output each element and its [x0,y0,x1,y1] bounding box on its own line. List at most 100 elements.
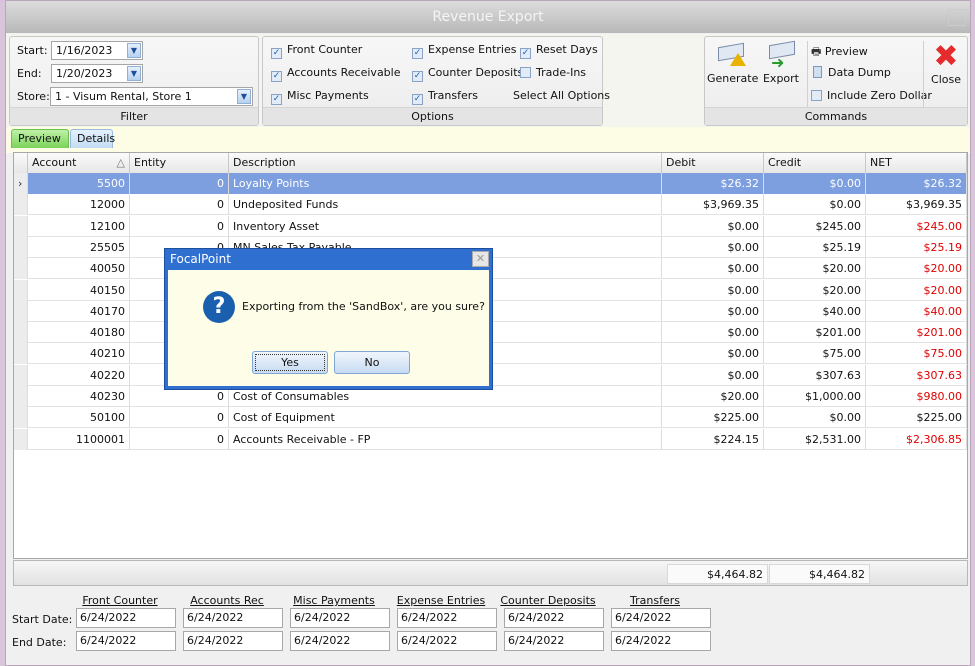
preview-button[interactable]: 🖶 Preview [811,43,868,62]
row-indicator[interactable] [14,386,28,407]
start-date-input[interactable]: 1/16/2023 ▼ [51,41,143,60]
cell-credit: $307.63 [764,364,866,386]
chevron-down-icon[interactable]: ▼ [237,89,251,104]
select-all-options-link[interactable]: Select All Options [513,89,610,102]
column-header-debit[interactable]: Debit [662,153,764,173]
chevron-down-icon[interactable]: ▼ [127,43,141,58]
cell-debit: $20.00 [662,386,764,407]
cell-account: 12000 [28,194,130,216]
end-date-field[interactable]: 6/24/2022 [76,631,176,651]
dialog-close-button[interactable]: ✕ [472,251,489,267]
start-date-value: 1/16/2023 [56,44,113,57]
row-indicator[interactable] [14,258,28,280]
include-zero-dollar-checkbox[interactable]: Include Zero Dollar [811,89,932,102]
cell-net: $201.00 [866,322,967,344]
start-date-field[interactable]: 6/24/2022 [397,608,497,628]
end-date-input[interactable]: 1/20/2023 ▼ [51,64,143,83]
totals-bar: $4,464.82 $4,464.82 [13,560,968,586]
cell-debit: $26.32 [662,173,764,194]
table-row[interactable]: 1100001 0 Accounts Receivable - FP $224.15 $… [14,428,967,450]
sort-ascending-icon: △ [116,156,125,169]
document-icon [813,66,822,78]
last-date-column-label: Transfers [630,594,680,607]
generate-button[interactable]: Generate [707,41,758,85]
column-header-account[interactable]: Account △ [28,153,130,173]
option-expense-entries[interactable]: ✓ Expense Entries [412,43,517,59]
printer-icon: 🖶 [811,45,822,58]
question-icon: ? [203,291,235,323]
tab-details[interactable]: Details [70,129,115,148]
end-date-field[interactable]: 6/24/2022 [397,631,497,651]
table-row[interactable]: › 5500 0 Loyalty Points $26.32 $0.00 $26.32 [14,173,967,194]
store-label: Store: [17,90,50,103]
option-accounts-receivable[interactable]: ✓ Accounts Receivable [271,66,401,82]
cell-credit: $0.00 [764,407,866,429]
row-indicator[interactable] [14,343,28,365]
checkbox-icon: ✓ [271,71,282,82]
start-date-field[interactable]: 6/24/2022 [76,608,176,628]
row-indicator[interactable] [14,364,28,386]
row-indicator[interactable] [14,322,28,344]
title-bar: Revenue Export ✕ [6,1,970,33]
cell-credit: $201.00 [764,322,866,344]
row-indicator[interactable] [14,194,28,216]
cell-account: 40170 [28,300,130,322]
cell-debit: $0.00 [662,236,764,258]
chevron-down-icon[interactable]: ▼ [127,66,141,81]
option-misc-payments[interactable]: ✓ Misc Payments [271,89,369,105]
window-close-button[interactable]: ✕ [948,9,966,26]
header-indicator[interactable] [14,153,28,173]
option-transfers[interactable]: ✓ Transfers [412,89,478,105]
row-indicator[interactable]: › [14,173,28,194]
column-header-description[interactable]: Description [229,153,662,173]
include-zero-label: Include Zero Dollar [827,89,932,102]
table-row[interactable]: 12100 0 Inventory Asset $0.00 $245.00 $245.00 [14,215,967,237]
tab-preview[interactable]: Preview [11,129,69,148]
end-date-field[interactable]: 6/24/2022 [504,631,604,651]
option-label: Trade-Ins [536,66,587,79]
end-date-field[interactable]: 6/24/2022 [611,631,711,651]
last-date-column-label: Counter Deposits [500,594,596,607]
option-reset-days[interactable]: ✓ Reset Days [520,43,598,59]
cell-net: $3,969.35 [866,194,967,216]
table-row[interactable]: 12000 0 Undeposited Funds $3,969.35 $0.00 $3,… [14,194,967,216]
cell-account: 40210 [28,343,130,365]
cell-debit: $0.00 [662,215,764,237]
start-date-field[interactable]: 6/24/2022 [504,608,604,628]
end-date-field[interactable]: 6/24/2022 [183,631,283,651]
export-button[interactable]: ➜ Export [757,40,805,85]
row-indicator[interactable] [14,428,28,450]
cell-entity: 0 [130,173,229,194]
row-indicator[interactable] [14,300,28,322]
start-date-field[interactable]: 6/24/2022 [611,608,711,628]
cell-net: $980.00 [866,386,967,407]
row-indicator[interactable] [14,279,28,301]
option-trade-ins[interactable]: Trade-Ins [520,66,586,79]
cell-net: $245.00 [866,215,967,237]
cell-debit: $0.00 [662,258,764,280]
cell-credit: $20.00 [764,258,866,280]
option-counter-deposits[interactable]: ✓ Counter Deposits [412,66,523,82]
cell-debit: $3,969.35 [662,194,764,216]
row-indicator[interactable] [14,215,28,237]
column-header-credit[interactable]: Credit [764,153,866,173]
cell-debit: $224.15 [662,428,764,450]
end-date-field[interactable]: 6/24/2022 [290,631,390,651]
no-button[interactable]: No [334,351,410,374]
column-header-entity[interactable]: Entity [130,153,229,173]
row-indicator[interactable] [14,236,28,258]
start-date-field[interactable]: 6/24/2022 [290,608,390,628]
start-date-field[interactable]: 6/24/2022 [183,608,283,628]
cell-credit: $1,000.00 [764,386,866,407]
column-header-net[interactable]: NET [866,153,967,173]
data-dump-button[interactable]: Data Dump [813,66,891,79]
preview-label: Preview [824,45,868,58]
row-indicator[interactable] [14,407,28,429]
store-select[interactable]: 1 - Visum Rental, Store 1 ▼ [50,87,253,106]
book-generate-icon [718,41,746,67]
yes-button[interactable]: Yes [252,351,328,374]
cell-account: 25505 [28,236,130,258]
table-row[interactable]: 50100 0 Cost of Equipment $225.00 $0.00 $225.… [14,407,967,429]
option-front-counter[interactable]: ✓ Front Counter [271,43,362,59]
close-button[interactable]: ✖ Close [927,41,965,87]
